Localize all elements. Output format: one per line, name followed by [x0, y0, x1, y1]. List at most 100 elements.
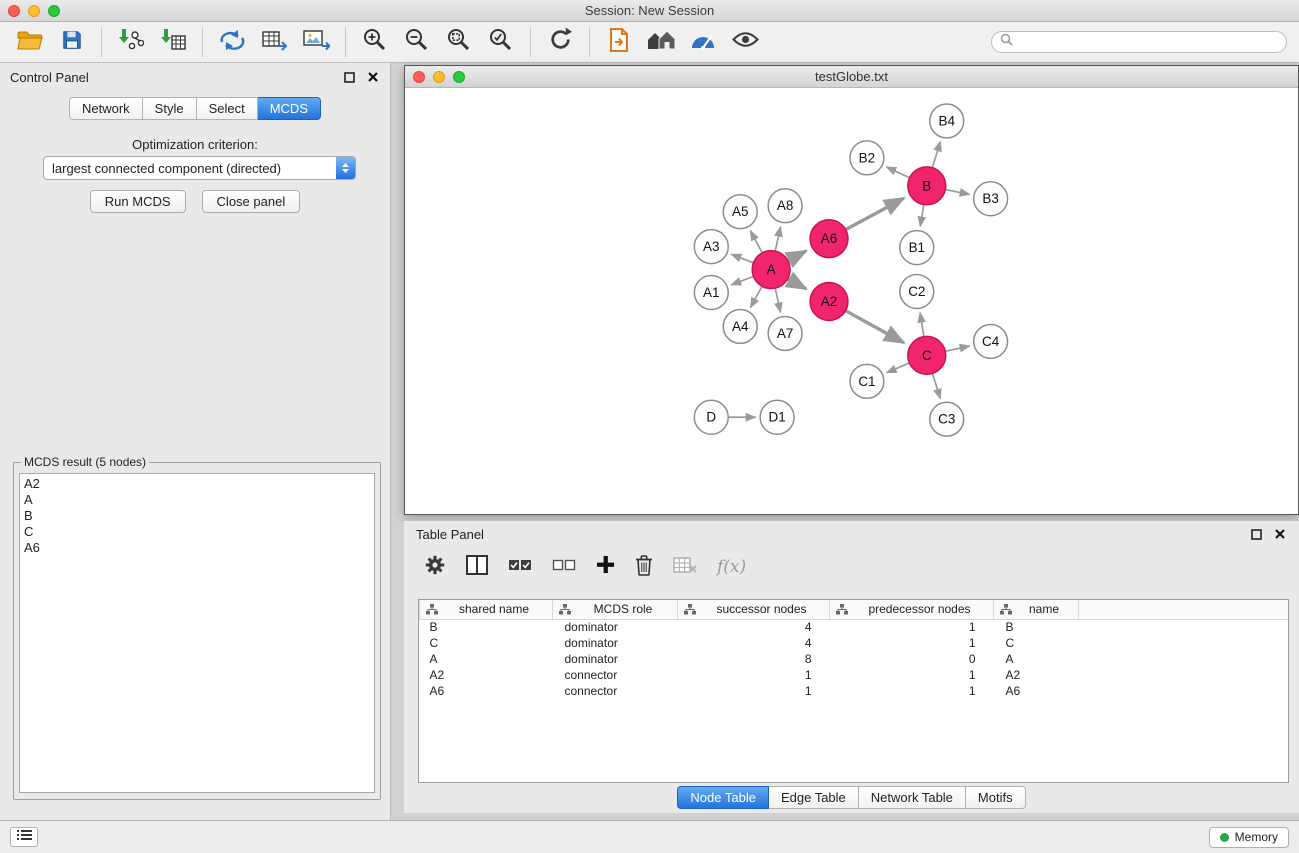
column-header-predecessor-nodes[interactable]: predecessor nodes [830, 600, 994, 619]
cell-successor-nodes[interactable]: 8 [678, 651, 830, 667]
float-table-panel-button[interactable] [1249, 527, 1263, 541]
import-network-button[interactable] [113, 25, 149, 59]
graph-node-A3[interactable]: A3 [694, 230, 728, 264]
cell-predecessor-nodes[interactable]: 1 [830, 635, 994, 651]
cell-predecessor-nodes[interactable]: 1 [830, 619, 994, 635]
save-session-button[interactable] [54, 25, 90, 59]
graph-edge-A-A6[interactable] [788, 251, 806, 261]
network-graph[interactable]: B4B2BB3A5A8A6B1A3AC2A1A2A4A7C4CC1C3DD1 [405, 88, 1298, 514]
network-table-button[interactable] [256, 25, 292, 59]
mcds-result-item[interactable]: C [24, 524, 370, 540]
table-row[interactable]: A6connector11A6 [420, 683, 1289, 699]
criterion-select[interactable]: largest connected component (directed) [43, 156, 356, 180]
table-row[interactable]: A2connector11A2 [420, 667, 1289, 683]
cell-name[interactable]: A2 [994, 667, 1079, 683]
cell-name[interactable]: A [994, 651, 1079, 667]
cell-name[interactable]: B [994, 619, 1079, 635]
table-tab-motifs[interactable]: Motifs [966, 786, 1026, 809]
cell-predecessor-nodes[interactable]: 1 [830, 683, 994, 699]
graph-node-A[interactable]: A [752, 251, 790, 289]
graph-node-C4[interactable]: C4 [974, 324, 1008, 358]
graph-node-C[interactable]: C [908, 336, 946, 374]
cell-MCDS-role[interactable]: connector [553, 667, 678, 683]
open-session-button[interactable] [12, 25, 48, 59]
control-tab-network[interactable]: Network [69, 97, 143, 120]
graph-edge-A-A7[interactable] [775, 288, 780, 312]
apply-layout-button[interactable] [542, 25, 578, 59]
graph-edge-A-A8[interactable] [775, 227, 780, 251]
table-settings-button[interactable] [424, 554, 446, 581]
graph-edge-A6-B[interactable] [846, 198, 904, 230]
search-input[interactable] [1019, 35, 1278, 49]
cell-successor-nodes[interactable]: 1 [678, 683, 830, 699]
graph-edge-B-B1[interactable] [920, 205, 924, 227]
float-panel-button[interactable] [342, 70, 356, 84]
memory-button[interactable]: Memory [1209, 827, 1289, 848]
cell-shared-name[interactable]: A6 [420, 683, 553, 699]
graph-node-A2[interactable]: A2 [810, 283, 848, 321]
cell-name[interactable]: A6 [994, 683, 1079, 699]
network-window-titlebar[interactable]: testGlobe.txt [405, 66, 1298, 88]
graphics-details-button[interactable] [685, 25, 721, 59]
graph-edge-C-C2[interactable] [920, 313, 924, 337]
show-hide-button[interactable] [727, 25, 763, 59]
mcds-result-item[interactable]: B [24, 508, 370, 524]
delete-table-button[interactable] [673, 556, 697, 579]
graph-node-C1[interactable]: C1 [850, 364, 884, 398]
graph-edge-A-A5[interactable] [750, 231, 762, 253]
graph-node-B1[interactable]: B1 [900, 231, 934, 265]
deselect-all-button[interactable] [552, 558, 576, 577]
graph-node-C2[interactable]: C2 [900, 275, 934, 309]
graph-node-D[interactable]: D [694, 400, 728, 434]
minimize-window-button[interactable] [28, 5, 40, 17]
table-tab-node-table[interactable]: Node Table [677, 786, 769, 809]
open-network-file-button[interactable] [601, 25, 637, 59]
search-box[interactable] [991, 31, 1287, 53]
network-canvas[interactable]: B4B2BB3A5A8A6B1A3AC2A1A2A4A7C4CC1C3DD1 [405, 88, 1298, 514]
delete-column-button[interactable] [635, 554, 653, 581]
table-row[interactable]: Bdominator41B [420, 619, 1289, 635]
zoom-network-window-button[interactable] [453, 71, 465, 83]
graph-edge-B-B2[interactable] [886, 167, 909, 178]
table-row[interactable]: Cdominator41C [420, 635, 1289, 651]
close-table-panel-button[interactable] [1273, 527, 1287, 541]
graph-node-B3[interactable]: B3 [974, 182, 1008, 216]
graph-node-A5[interactable]: A5 [723, 195, 757, 229]
select-all-button[interactable] [508, 558, 532, 577]
close-panel-button[interactable] [366, 70, 380, 84]
zoom-out-button[interactable] [399, 25, 435, 59]
graph-edge-B-B3[interactable] [945, 190, 969, 195]
mcds-result-item[interactable]: A2 [24, 476, 370, 492]
graph-node-B2[interactable]: B2 [850, 141, 884, 175]
graph-node-B[interactable]: B [908, 167, 946, 205]
graph-node-A7[interactable]: A7 [768, 316, 802, 350]
graph-edge-A-A1[interactable] [731, 276, 753, 284]
cell-successor-nodes[interactable]: 4 [678, 619, 830, 635]
cell-MCDS-role[interactable]: connector [553, 683, 678, 699]
mcds-result-list[interactable]: A2ABCA6 [19, 473, 375, 793]
cell-shared-name[interactable]: B [420, 619, 553, 635]
close-panel-button-2[interactable]: Close panel [202, 190, 301, 213]
zoom-in-button[interactable] [357, 25, 393, 59]
cell-MCDS-role[interactable]: dominator [553, 651, 678, 667]
graph-edge-B-B4[interactable] [932, 141, 940, 167]
graph-edge-A-A4[interactable] [750, 286, 762, 307]
graph-node-A6[interactable]: A6 [810, 220, 848, 258]
close-network-window-button[interactable] [413, 71, 425, 83]
graph-edge-C-C1[interactable] [887, 363, 910, 373]
column-header-successor-nodes[interactable]: successor nodes [678, 600, 830, 619]
cell-successor-nodes[interactable]: 1 [678, 667, 830, 683]
home-button[interactable] [643, 25, 679, 59]
table-row[interactable]: Adominator80A [420, 651, 1289, 667]
task-history-button[interactable] [10, 827, 38, 847]
show-columns-button[interactable] [466, 555, 488, 580]
column-header-shared-name[interactable]: shared name [420, 600, 553, 619]
graph-node-C3[interactable]: C3 [930, 402, 964, 436]
cell-predecessor-nodes[interactable]: 1 [830, 667, 994, 683]
zoom-selected-button[interactable] [483, 25, 519, 59]
graph-node-D1[interactable]: D1 [760, 400, 794, 434]
graph-node-A8[interactable]: A8 [768, 189, 802, 223]
graph-edge-A-A2[interactable] [788, 279, 806, 289]
mcds-result-item[interactable]: A [24, 492, 370, 508]
graph-edge-A-A3[interactable] [731, 254, 753, 262]
